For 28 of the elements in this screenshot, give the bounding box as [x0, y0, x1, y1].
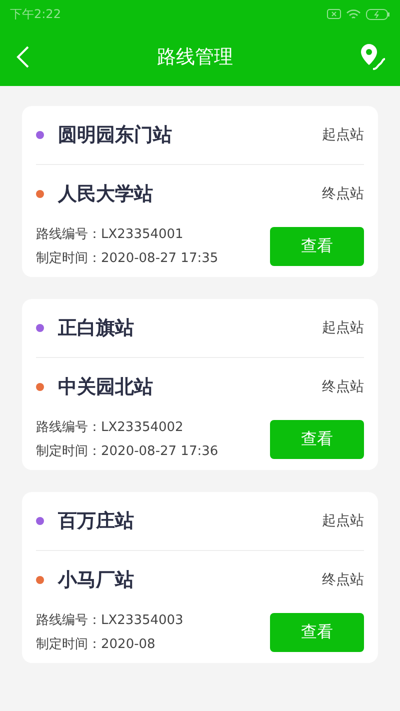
- status-time: 下午2:22: [10, 6, 61, 22]
- route-code: 路线编号：LX23354002: [36, 419, 184, 436]
- wifi-icon: [346, 8, 361, 20]
- station-role: 起点站: [322, 512, 364, 530]
- route-time: 制定时间：2020-08-27 17:36: [36, 443, 218, 460]
- route-time: 制定时间：2020-08: [36, 636, 156, 653]
- station-name: 中关园北站: [58, 375, 154, 400]
- back-icon[interactable]: [16, 46, 30, 68]
- route-code: 路线编号：LX23354003: [36, 612, 184, 629]
- route-code: 路线编号：LX23354001: [36, 226, 184, 243]
- page-title: 路线管理: [157, 45, 233, 70]
- station-name: 圆明园东门站: [58, 123, 173, 148]
- view-button[interactable]: 查看: [270, 420, 364, 458]
- station-name: 百万庄站: [58, 509, 135, 534]
- battery-icon: [366, 8, 390, 20]
- station-name: 人民大学站: [58, 182, 154, 207]
- map-pin-route-icon[interactable]: [360, 43, 386, 71]
- station-name: 正白旗站: [58, 316, 135, 341]
- station-role: 起点站: [322, 126, 364, 144]
- view-button[interactable]: 查看: [270, 612, 364, 652]
- station-role: 终点站: [322, 378, 364, 396]
- sim-icon: [327, 9, 341, 19]
- station-role: 终点站: [322, 185, 364, 203]
- station-role: 终点站: [322, 571, 364, 589]
- route-time: 制定时间：2020-08-27 17:35: [36, 250, 218, 267]
- view-button[interactable]: 查看: [270, 226, 364, 266]
- station-role: 起点站: [322, 319, 364, 337]
- station-name: 小马厂站: [58, 568, 135, 593]
